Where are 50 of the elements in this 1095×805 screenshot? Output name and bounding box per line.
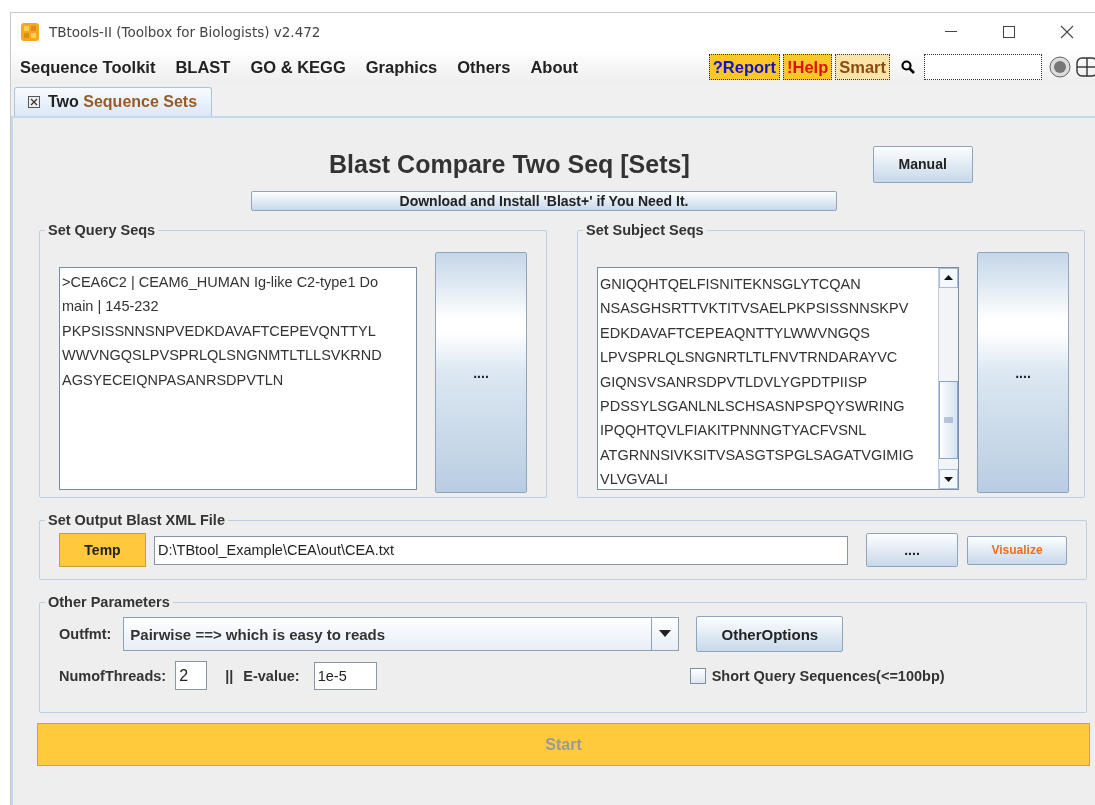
- close-icon: [28, 96, 40, 108]
- outfmt-dropdown[interactable]: Pairwise ==> which is easy to reads: [123, 617, 680, 651]
- grip-icon: [944, 417, 953, 423]
- page-heading: Blast Compare Two Seq [Sets]: [329, 149, 690, 179]
- minimize-icon: [945, 31, 957, 32]
- group-title: Set Query Seqs: [47, 222, 157, 238]
- menu-item[interactable]: GO & KEGG: [250, 57, 346, 77]
- caret-down-icon: [659, 630, 672, 638]
- toolbar-button[interactable]: ?Report: [708, 54, 780, 80]
- menu-item[interactable]: About: [530, 57, 579, 77]
- radio-icon: [1049, 56, 1071, 78]
- checkbox-icon[interactable]: [689, 667, 706, 684]
- temp-button[interactable]: Temp: [59, 533, 146, 567]
- field-label: NumofThreads:: [59, 667, 167, 684]
- group-title: Other Parameters: [47, 594, 171, 610]
- search-icon: [901, 60, 915, 74]
- subject-text-area[interactable]: GNIQQHTQELFISNITEKNSGLYTCQAN NSASGHSRTTVKTITVSAELPKPSISSNNSKPV EDKDAVAFTCEPEAQNTTYLWWVNGQS LPVSPRLQLSNGNRTLTLFNVTRNDARAYVC GIQNSVSANRSDPVTLDVLYGPDTPIISP PDSSYLSGANLNLSCHSASNPSPQYSWRING IPQQHTQVLFIAKITPNNNGTYACFVSNL ATGRNNSIVKSITVSASGTSPGLSAGATVGIMIG VLVGVALI: [597, 267, 959, 490]
- tab-title: Two Sequence Sets: [48, 93, 198, 111]
- field-label: E-value:: [243, 667, 300, 684]
- evalue-field[interactable]: 1e-5: [313, 661, 377, 690]
- download-button[interactable]: Download and Install 'Blast+' if You Need It.: [251, 191, 837, 211]
- menu-item[interactable]: Others: [457, 57, 511, 77]
- search-field[interactable]: [924, 54, 1042, 80]
- output-path-field[interactable]: D:\TBtool_Example\CEA\out\CEA.txt: [154, 535, 848, 565]
- scroll-down-icon: [939, 469, 958, 489]
- threads-field[interactable]: 2: [175, 661, 208, 690]
- field-label: Outfmt:: [59, 626, 112, 642]
- maximize-icon: [1002, 24, 1016, 39]
- browse-button[interactable]: ....: [977, 252, 1069, 493]
- document-tab[interactable]: Two Sequence Sets: [14, 87, 213, 116]
- close-icon: [1060, 24, 1074, 39]
- query-text-area[interactable]: >CEA6C2 | CEAM6_HUMAN Ig-like C2-type1 Do main | 145-232 PKPSISSNNSNPVEDKDAVAFTCEPEVQNTTYL WWVNGQSLPVSPRLQLSNGNMTLTLLSVKRND AGSYECEIQNPASANRSDPVTLN: [59, 267, 417, 490]
- group-title: Set Output Blast XML File: [47, 512, 226, 528]
- menu-item[interactable]: Graphics: [365, 57, 438, 77]
- scroll-up-icon: [939, 268, 958, 288]
- browse-button[interactable]: ....: [866, 533, 958, 567]
- menu-item[interactable]: Sequence Toolkit: [20, 57, 156, 77]
- separator-text: ||: [225, 667, 234, 684]
- app-logo-icon: [20, 21, 40, 42]
- window-title: TBtools-II (Toolbox for Biologists) v2.472: [49, 23, 322, 40]
- other-options-button[interactable]: OtherOptions: [696, 616, 844, 652]
- scrollbar[interactable]: [938, 268, 958, 489]
- group-title: Set Subject Seqs: [585, 222, 705, 238]
- toolbar-button[interactable]: Smart: [835, 54, 890, 80]
- manual-button[interactable]: Manual: [872, 145, 973, 183]
- close-tab-button[interactable]: [28, 96, 40, 108]
- browse-button[interactable]: ....: [435, 252, 527, 493]
- menu-item[interactable]: BLAST: [175, 57, 231, 77]
- grid-icon: [1076, 56, 1095, 78]
- short-query-checkbox[interactable]: Short Query Sequences(<=100bp): [689, 667, 945, 684]
